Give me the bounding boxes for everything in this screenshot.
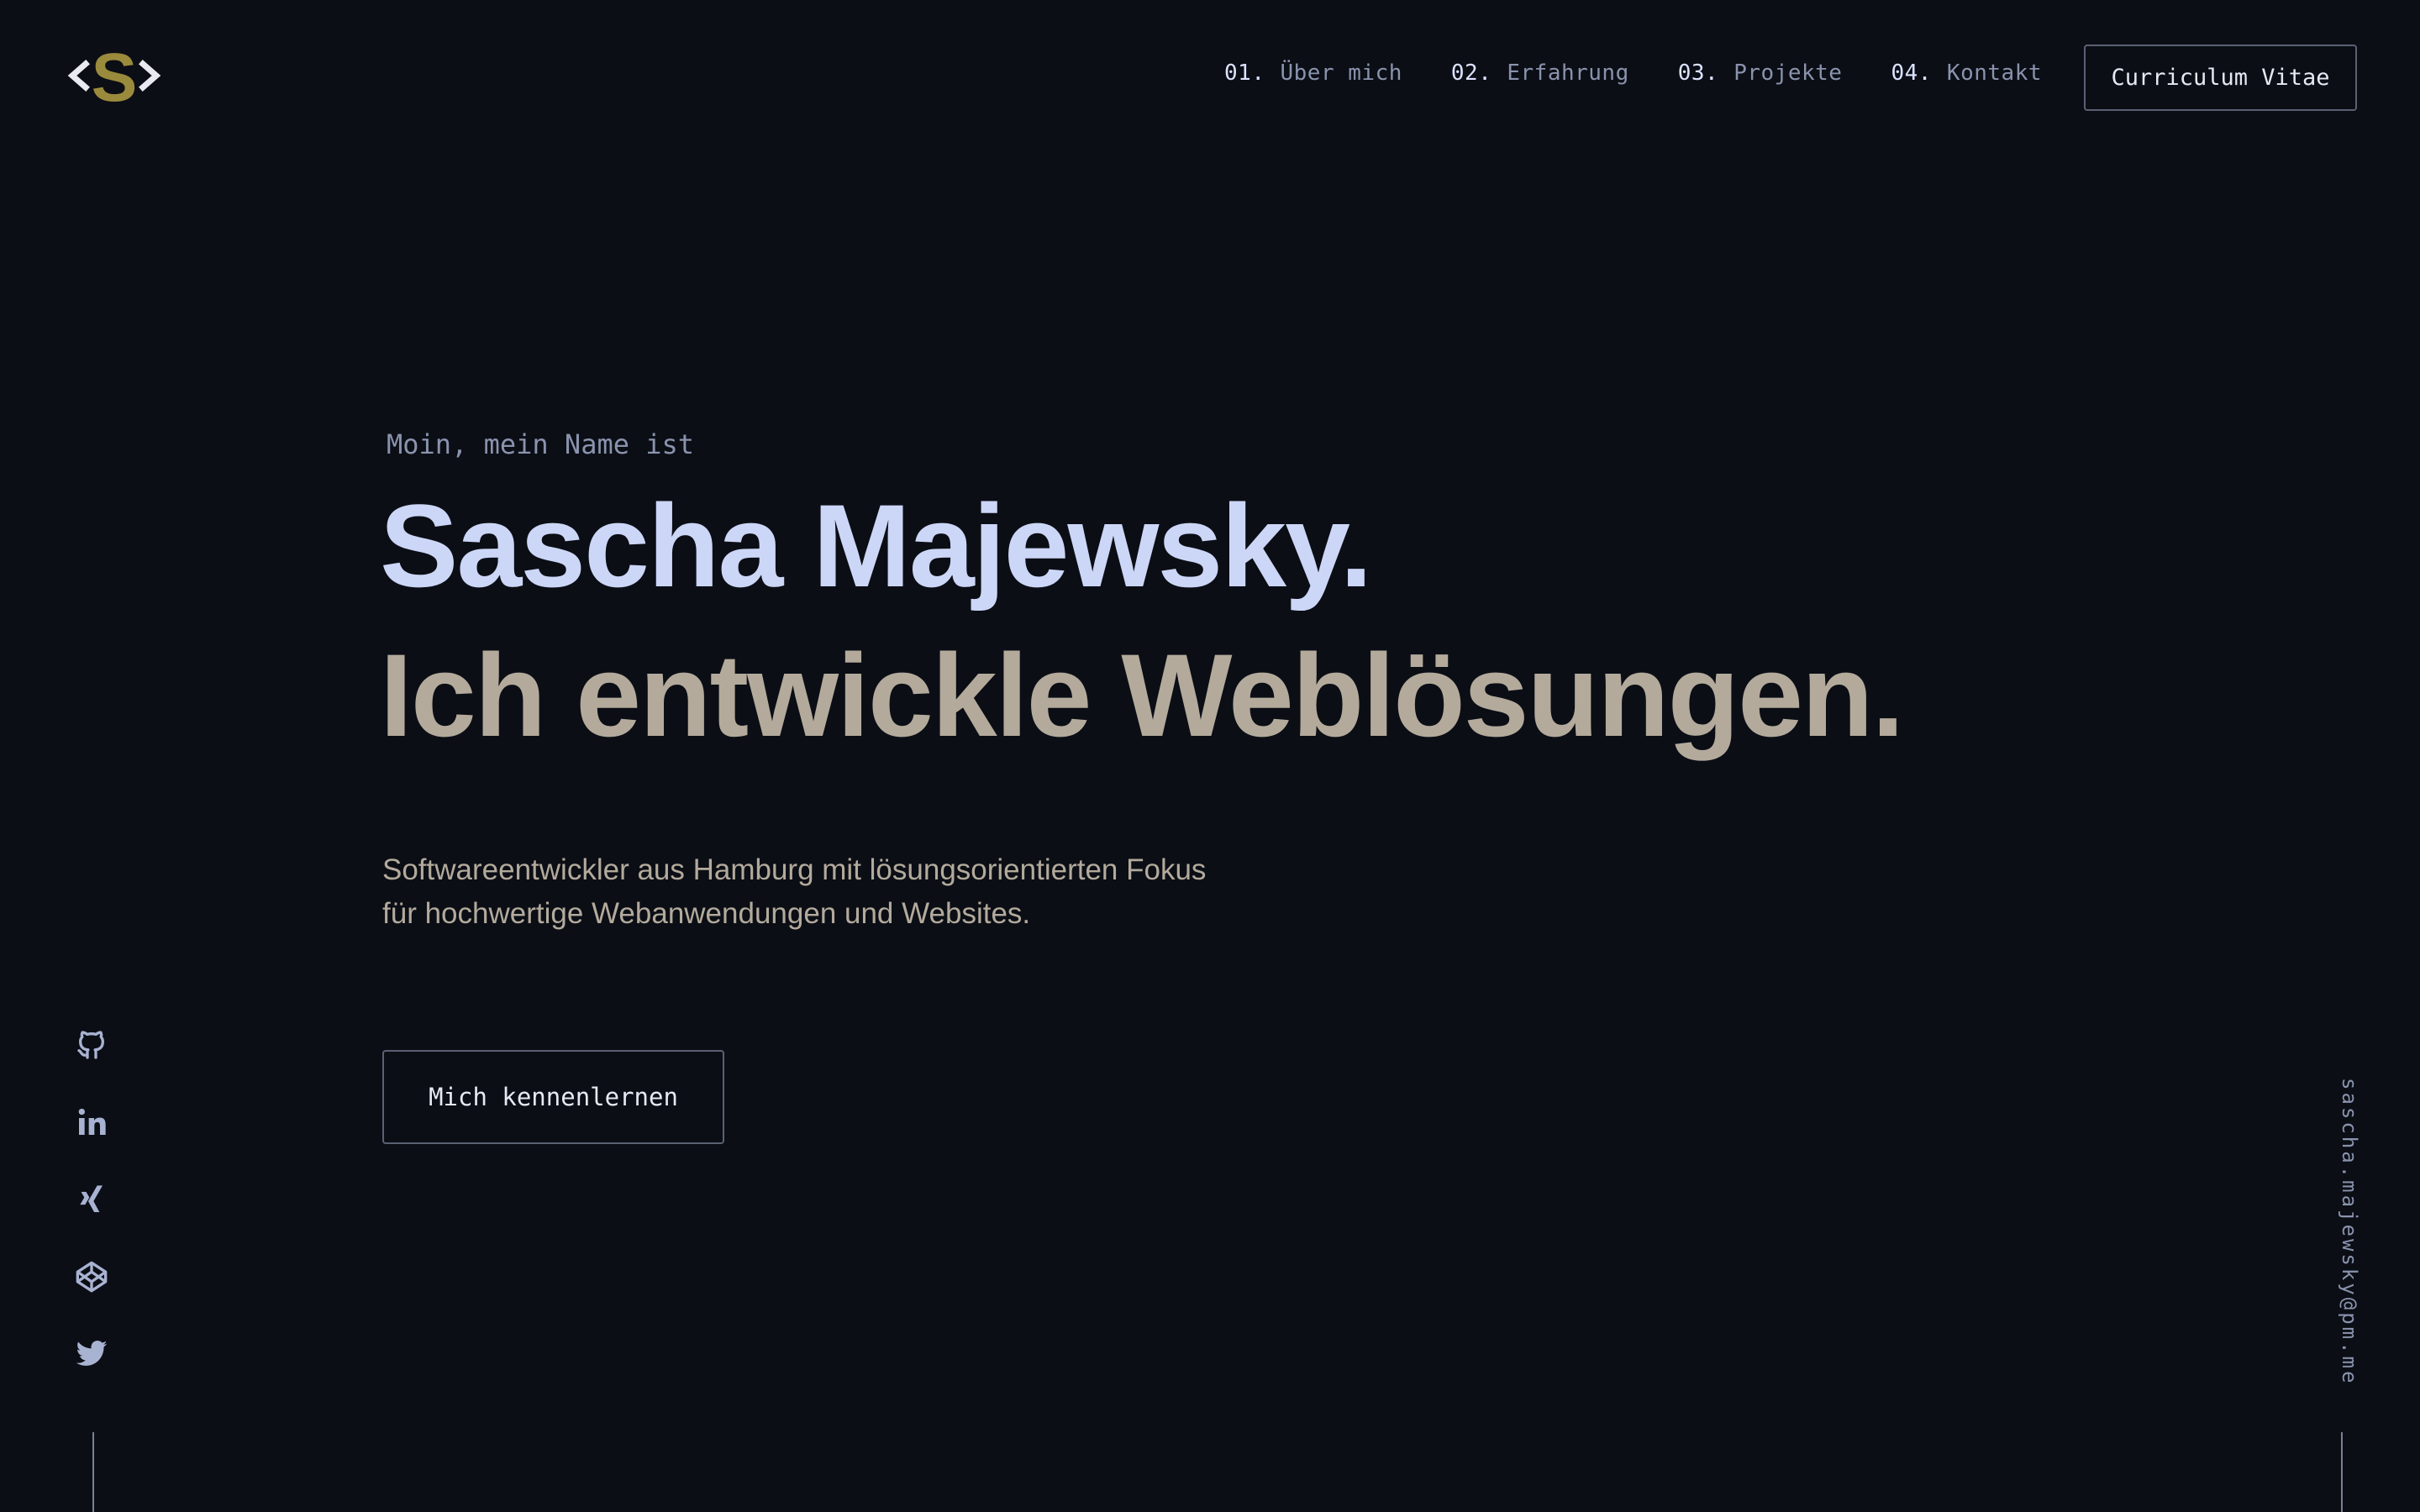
- github-link[interactable]: [72, 1028, 111, 1062]
- right-vertical-line: [2341, 1432, 2343, 1512]
- email-link[interactable]: sascha.majewsky@pm.me: [2338, 1078, 2361, 1385]
- nav-item-number: 03.: [1677, 60, 1719, 86]
- xing-link[interactable]: [72, 1183, 111, 1216]
- codepen-icon: [76, 1261, 108, 1293]
- social-links: [72, 1028, 111, 1371]
- site-logo[interactable]: S: [66, 39, 163, 116]
- svg-text:S: S: [92, 40, 138, 111]
- nav-item-erfahrung[interactable]: 02. Erfahrung: [1451, 60, 1629, 86]
- nav-item-number: 04.: [1891, 60, 1932, 86]
- get-to-know-me-button[interactable]: Mich kennenlernen: [382, 1050, 724, 1144]
- nav-item-kontakt[interactable]: 04. Kontakt: [1891, 60, 2042, 86]
- hero-description: Softwareentwickler aus Hamburg mit lösun…: [382, 848, 1307, 936]
- nav-item-ueber-mich[interactable]: 01. Über mich: [1224, 60, 1402, 86]
- hero-name: Sascha Majewsky.: [380, 480, 1372, 612]
- main-nav: 01. Über mich 02. Erfahrung 03. Projekte…: [1224, 60, 2042, 86]
- xing-icon: [80, 1185, 103, 1212]
- nav-item-label: Erfahrung: [1507, 60, 1629, 86]
- twitter-icon: [76, 1341, 108, 1366]
- github-icon: [77, 1031, 105, 1059]
- hero-description-line: Softwareentwickler aus Hamburg mit lösun…: [382, 853, 1207, 886]
- linkedin-link[interactable]: [72, 1105, 111, 1139]
- codepen-link[interactable]: [72, 1260, 111, 1294]
- nav-item-number: 02.: [1450, 60, 1492, 86]
- nav-item-label: Über mich: [1280, 60, 1402, 86]
- nav-item-number: 01.: [1224, 60, 1265, 86]
- twitter-link[interactable]: [72, 1337, 111, 1371]
- curriculum-vitae-button[interactable]: Curriculum Vitae: [2084, 45, 2357, 111]
- nav-item-label: Kontakt: [1946, 60, 2042, 86]
- hero-description-line: für hochwertige Webanwendungen und Websi…: [382, 897, 1031, 930]
- code-brackets-s-logo-icon: S: [67, 39, 161, 116]
- nav-item-projekte[interactable]: 03. Projekte: [1678, 60, 1843, 86]
- nav-item-label: Projekte: [1733, 60, 1843, 86]
- left-vertical-line: [92, 1432, 94, 1512]
- linkedin-icon: [78, 1108, 106, 1135]
- hero-tagline: Ich entwickle Weblösungen.: [380, 629, 1904, 761]
- hero-greeting: Moin, mein Name ist: [387, 428, 695, 460]
